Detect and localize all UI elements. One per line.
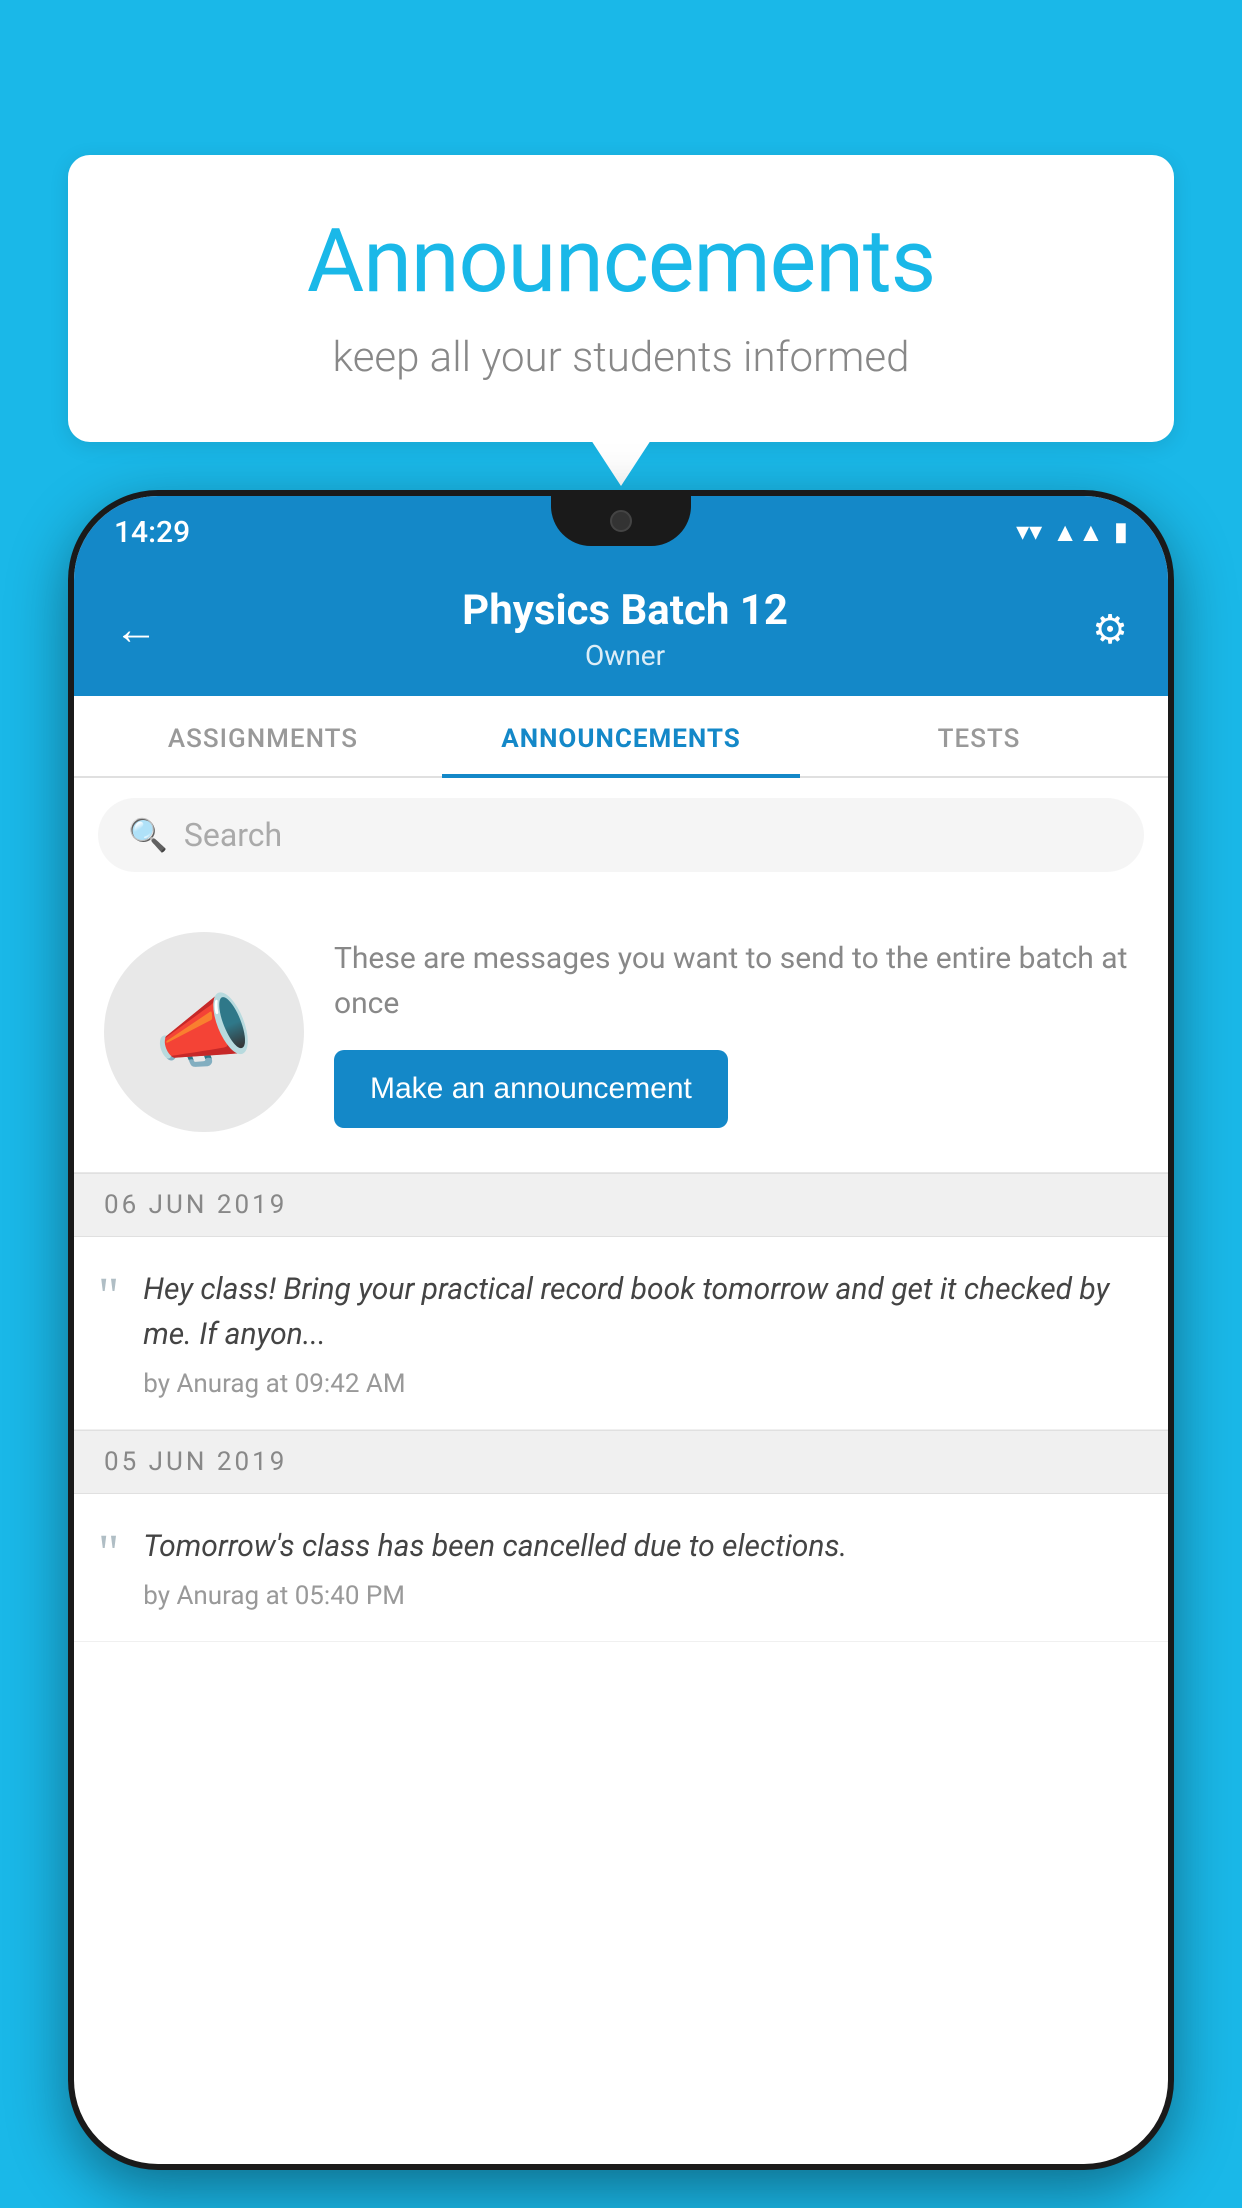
speech-bubble-container: Announcements keep all your students inf… <box>68 155 1174 442</box>
announcement-item-1[interactable]: " Hey class! Bring your practical record… <box>74 1237 1168 1430</box>
date-label-2: 05 JUN 2019 <box>104 1447 287 1477</box>
date-label-1: 06 JUN 2019 <box>104 1190 287 1220</box>
tab-assignments[interactable]: ASSIGNMENTS <box>84 696 442 776</box>
announcement-content-2: Tomorrow's class has been cancelled due … <box>143 1524 1138 1611</box>
bubble-subtitle: keep all your students informed <box>128 333 1114 382</box>
quote-icon-1: " <box>98 1271 119 1323</box>
status-time: 14:29 <box>114 515 190 550</box>
announcement-text-2: Tomorrow's class has been cancelled due … <box>143 1524 1138 1569</box>
front-camera <box>610 510 632 532</box>
speech-bubble: Announcements keep all your students inf… <box>68 155 1174 442</box>
search-bar[interactable]: 🔍 Search <box>98 798 1144 872</box>
announcement-item-2[interactable]: " Tomorrow's class has been cancelled du… <box>74 1494 1168 1642</box>
search-container: 🔍 Search <box>74 778 1168 892</box>
battery-icon: ▮ <box>1114 517 1128 547</box>
signal-icon: ▲▲ <box>1052 517 1103 548</box>
phone-frame: 14:29 ▾▾ ▲▲ ▮ ← Physics Batch 12 Owner ⚙ <box>68 490 1174 2170</box>
settings-button[interactable]: ⚙ <box>1092 606 1128 653</box>
phone-wrapper: 14:29 ▾▾ ▲▲ ▮ ← Physics Batch 12 Owner ⚙ <box>68 490 1174 2208</box>
promo-content: These are messages you want to send to t… <box>334 936 1138 1128</box>
back-button[interactable]: ← <box>114 603 158 655</box>
date-separator-1: 06 JUN 2019 <box>74 1173 1168 1237</box>
bubble-title: Announcements <box>128 210 1114 313</box>
announcement-author-1: by Anurag at 09:42 AM <box>143 1369 1138 1399</box>
app-header: ← Physics Batch 12 Owner ⚙ <box>74 568 1168 696</box>
announcement-promo: 📣 These are messages you want to send to… <box>74 892 1168 1173</box>
tab-tests[interactable]: TESTS <box>800 696 1158 776</box>
header-title: Physics Batch 12 <box>158 586 1092 635</box>
tab-announcements[interactable]: ANNOUNCEMENTS <box>442 696 800 776</box>
wifi-icon: ▾▾ <box>1016 517 1042 547</box>
tabs-container: ASSIGNMENTS ANNOUNCEMENTS TESTS <box>74 696 1168 778</box>
promo-description: These are messages you want to send to t… <box>334 936 1138 1026</box>
phone-screen: 14:29 ▾▾ ▲▲ ▮ ← Physics Batch 12 Owner ⚙ <box>74 496 1168 2164</box>
header-center: Physics Batch 12 Owner <box>158 586 1092 672</box>
phone-notch <box>551 496 691 546</box>
megaphone-icon: 📣 <box>154 985 254 1079</box>
quote-icon-2: " <box>98 1528 119 1580</box>
search-icon: 🔍 <box>128 816 168 854</box>
make-announcement-button[interactable]: Make an announcement <box>334 1050 728 1128</box>
promo-icon-circle: 📣 <box>104 932 304 1132</box>
search-placeholder: Search <box>184 816 282 854</box>
status-icons: ▾▾ ▲▲ ▮ <box>1016 517 1128 548</box>
announcement-author-2: by Anurag at 05:40 PM <box>143 1581 1138 1611</box>
announcement-text-1: Hey class! Bring your practical record b… <box>143 1267 1138 1357</box>
date-separator-2: 05 JUN 2019 <box>74 1430 1168 1494</box>
header-subtitle: Owner <box>158 639 1092 672</box>
announcement-content-1: Hey class! Bring your practical record b… <box>143 1267 1138 1399</box>
